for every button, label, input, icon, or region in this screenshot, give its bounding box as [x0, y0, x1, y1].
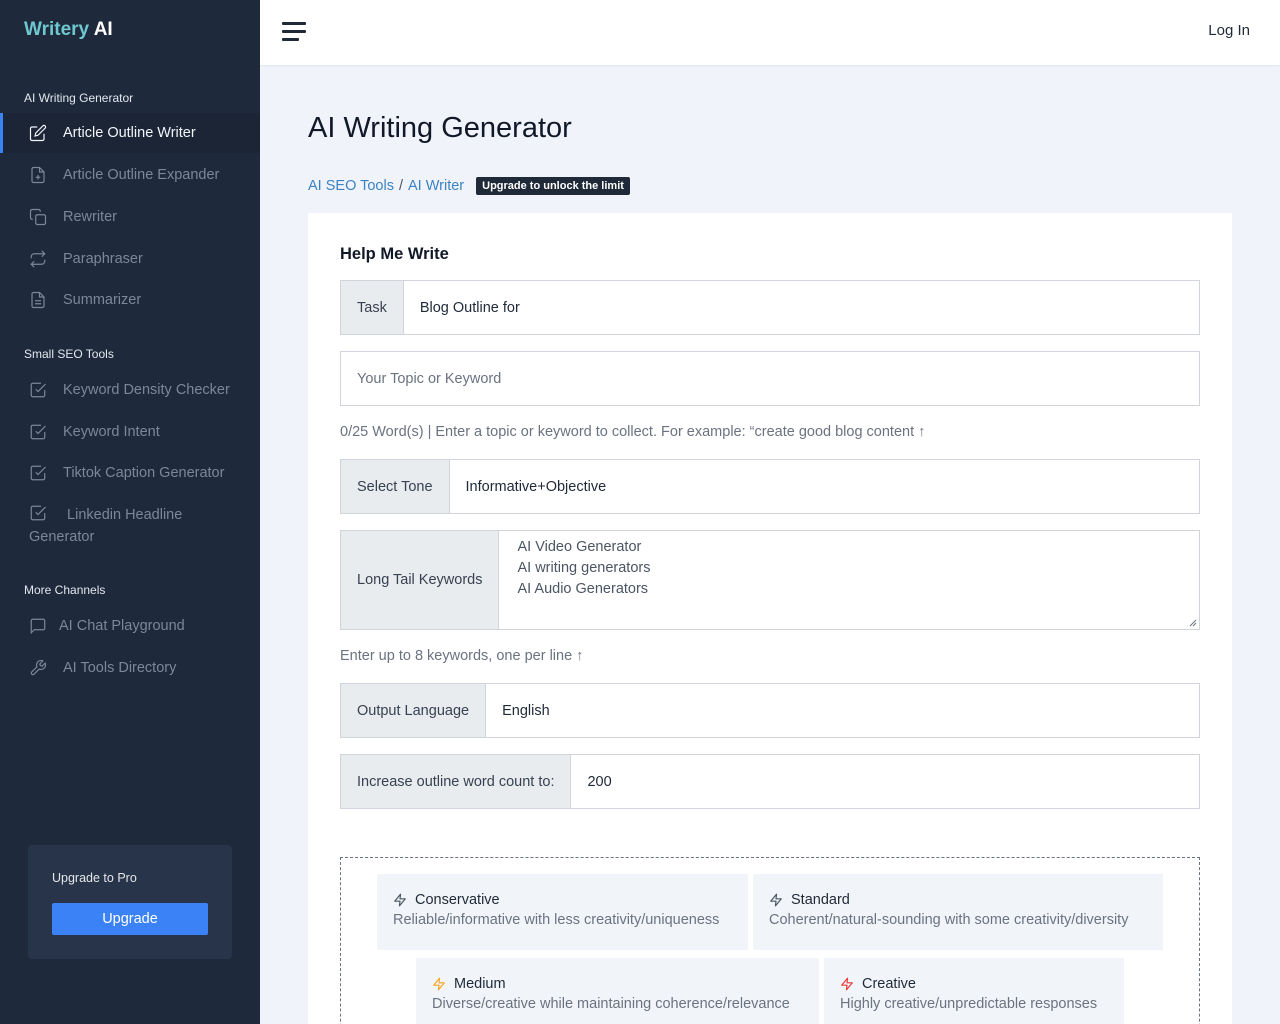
task-select[interactable]: Blog Outline for	[404, 281, 1199, 334]
check-square-icon	[29, 423, 47, 441]
upgrade-button[interactable]: Upgrade	[52, 903, 208, 935]
creativity-options: Conservative Reliable/informative with l…	[340, 857, 1200, 1024]
bolt-yellow-icon	[433, 977, 445, 991]
word-count-label: Increase outline word count to:	[341, 755, 572, 808]
tone-field: Select Tone Informative+Objective	[340, 459, 1200, 514]
upgrade-limit-badge: Upgrade to unlock the limit	[476, 177, 630, 195]
file-plus-icon	[29, 166, 47, 184]
section-title-ai-writing: AI Writing Generator	[24, 91, 134, 105]
sidebar-item-label: Keyword Intent	[63, 424, 160, 440]
sidebar-item-label: Summarizer	[63, 292, 142, 308]
tone-label: Select Tone	[341, 460, 450, 513]
creativity-option-desc: Diverse/creative while maintaining coher…	[432, 996, 790, 1012]
creativity-option-standard[interactable]: Standard Coherent/natural-sounding with …	[753, 874, 1163, 950]
creativity-option-conservative[interactable]: Conservative Reliable/informative with l…	[377, 874, 748, 950]
repeat-icon	[29, 250, 47, 268]
upgrade-panel: Upgrade to Pro Upgrade	[28, 845, 232, 959]
help-me-write-card: Help Me Write Task Blog Outline for 0/25…	[308, 213, 1232, 1024]
creativity-option-name: Standard	[791, 892, 850, 908]
sidebar-item-label: Article Outline Writer	[63, 125, 196, 141]
bolt-red-icon	[841, 977, 853, 991]
sidebar-item-keyword-intent[interactable]: Keyword Intent	[0, 412, 260, 452]
sidebar-item-paraphraser[interactable]: Paraphraser	[0, 239, 260, 279]
sidebar-item-label: Keyword Density Checker	[63, 382, 230, 398]
task-field: Task Blog Outline for	[340, 280, 1200, 335]
breadcrumb-link-ai-writer[interactable]: AI Writer	[408, 178, 464, 194]
breadcrumb: AI SEO Tools / AI Writer Upgrade to unlo…	[308, 177, 630, 195]
form-title: Help Me Write	[340, 245, 449, 263]
sidebar-item-summarizer[interactable]: Summarizer	[0, 280, 260, 320]
brand-logo[interactable]: Writery AI	[24, 19, 113, 41]
sidebar: Writery AI AI Writing Generator Article …	[0, 0, 260, 1024]
topic-field	[340, 351, 1200, 406]
message-square-icon	[29, 617, 47, 635]
creativity-option-name: Medium	[454, 976, 506, 992]
creativity-option-name: Conservative	[415, 892, 500, 908]
sidebar-item-label: Paraphraser	[63, 251, 143, 267]
creativity-option-desc: Coherent/natural-sounding with some crea…	[769, 912, 1129, 928]
word-count-field: Increase outline word count to: 200	[340, 754, 1200, 809]
sidebar-item-label: Linkedin Headline Generator	[29, 507, 183, 545]
sidebar-item-ai-tools-directory[interactable]: AI Tools Directory	[0, 648, 260, 688]
section-title-more-channels: More Channels	[24, 583, 106, 597]
creativity-option-name: Creative	[862, 976, 916, 992]
sidebar-item-label: AI Chat Playground	[59, 618, 185, 634]
creativity-option-medium[interactable]: Medium Diverse/creative while maintainin…	[416, 958, 819, 1024]
long-tail-keywords-label: Long Tail Keywords	[341, 531, 500, 629]
check-square-icon	[29, 464, 47, 482]
tone-select[interactable]: Informative+Objective	[450, 460, 1199, 513]
brand-name-part2: AI	[93, 19, 113, 40]
sidebar-item-label: AI Tools Directory	[63, 660, 177, 676]
keyword-line: AI Video Generator	[517, 539, 642, 555]
login-link[interactable]: Log In	[1208, 22, 1250, 39]
keyword-line: AI Audio Generators	[517, 581, 649, 597]
wrench-icon	[29, 659, 47, 677]
long-tail-keywords-textarea[interactable]: AI Video Generator AI writing generators…	[499, 531, 1199, 629]
check-square-icon	[29, 381, 47, 399]
word-count-input[interactable]: 200	[571, 755, 1199, 808]
upgrade-title: Upgrade to Pro	[52, 871, 137, 885]
creativity-option-desc: Reliable/informative with less creativit…	[393, 912, 720, 928]
edit-icon	[29, 124, 47, 142]
output-language-select[interactable]: English	[486, 684, 1199, 737]
output-language-label: Output Language	[341, 684, 487, 737]
task-label: Task	[341, 281, 404, 334]
output-language-field: Output Language English	[340, 683, 1200, 738]
brand-name-part1: Writery	[24, 19, 90, 40]
file-text-icon	[29, 291, 47, 309]
topic-input[interactable]	[357, 352, 1183, 405]
hamburger-icon[interactable]	[282, 22, 306, 42]
bolt-outline-icon	[394, 893, 406, 907]
breadcrumb-link-ai-seo-tools[interactable]: AI SEO Tools	[308, 178, 394, 194]
sidebar-item-article-outline-expander[interactable]: Article Outline Expander	[0, 155, 260, 195]
sidebar-item-article-outline-writer[interactable]: Article Outline Writer	[0, 113, 260, 153]
sidebar-item-keyword-density-checker[interactable]: Keyword Density Checker	[0, 370, 260, 410]
sidebar-item-label: Rewriter	[63, 209, 117, 225]
sidebar-item-linkedin-headline-generator[interactable]: Linkedin Headline Generator	[0, 500, 230, 548]
sidebar-item-ai-chat-playground[interactable]: AI Chat Playground	[0, 606, 260, 646]
long-tail-keywords-field: Long Tail Keywords AI Video Generator AI…	[340, 530, 1200, 630]
sidebar-item-rewriter[interactable]: Rewriter	[0, 197, 260, 237]
creativity-option-creative[interactable]: Creative Highly creative/unpredictable r…	[824, 958, 1124, 1024]
bolt-outline-icon	[770, 893, 782, 907]
copy-icon	[29, 208, 47, 226]
sidebar-item-label: Tiktok Caption Generator	[63, 465, 225, 481]
check-square-icon	[29, 504, 47, 522]
breadcrumb-separator: /	[398, 178, 403, 194]
resize-handle-icon[interactable]	[1189, 619, 1197, 627]
topic-help-text: 0/25 Word(s) | Enter a topic or keyword …	[340, 424, 926, 440]
topbar: Log In	[260, 0, 1280, 65]
page-title: AI Writing Generator	[308, 112, 572, 144]
sidebar-item-label: Article Outline Expander	[63, 167, 220, 183]
creativity-option-desc: Highly creative/unpredictable responses	[840, 996, 1098, 1012]
keyword-line: AI writing generators	[517, 560, 651, 576]
sidebar-item-tiktok-caption-generator[interactable]: Tiktok Caption Generator	[0, 453, 260, 493]
keywords-help-text: Enter up to 8 keywords, one per line ↑	[340, 648, 584, 664]
section-title-small-seo-tools: Small SEO Tools	[24, 347, 114, 361]
